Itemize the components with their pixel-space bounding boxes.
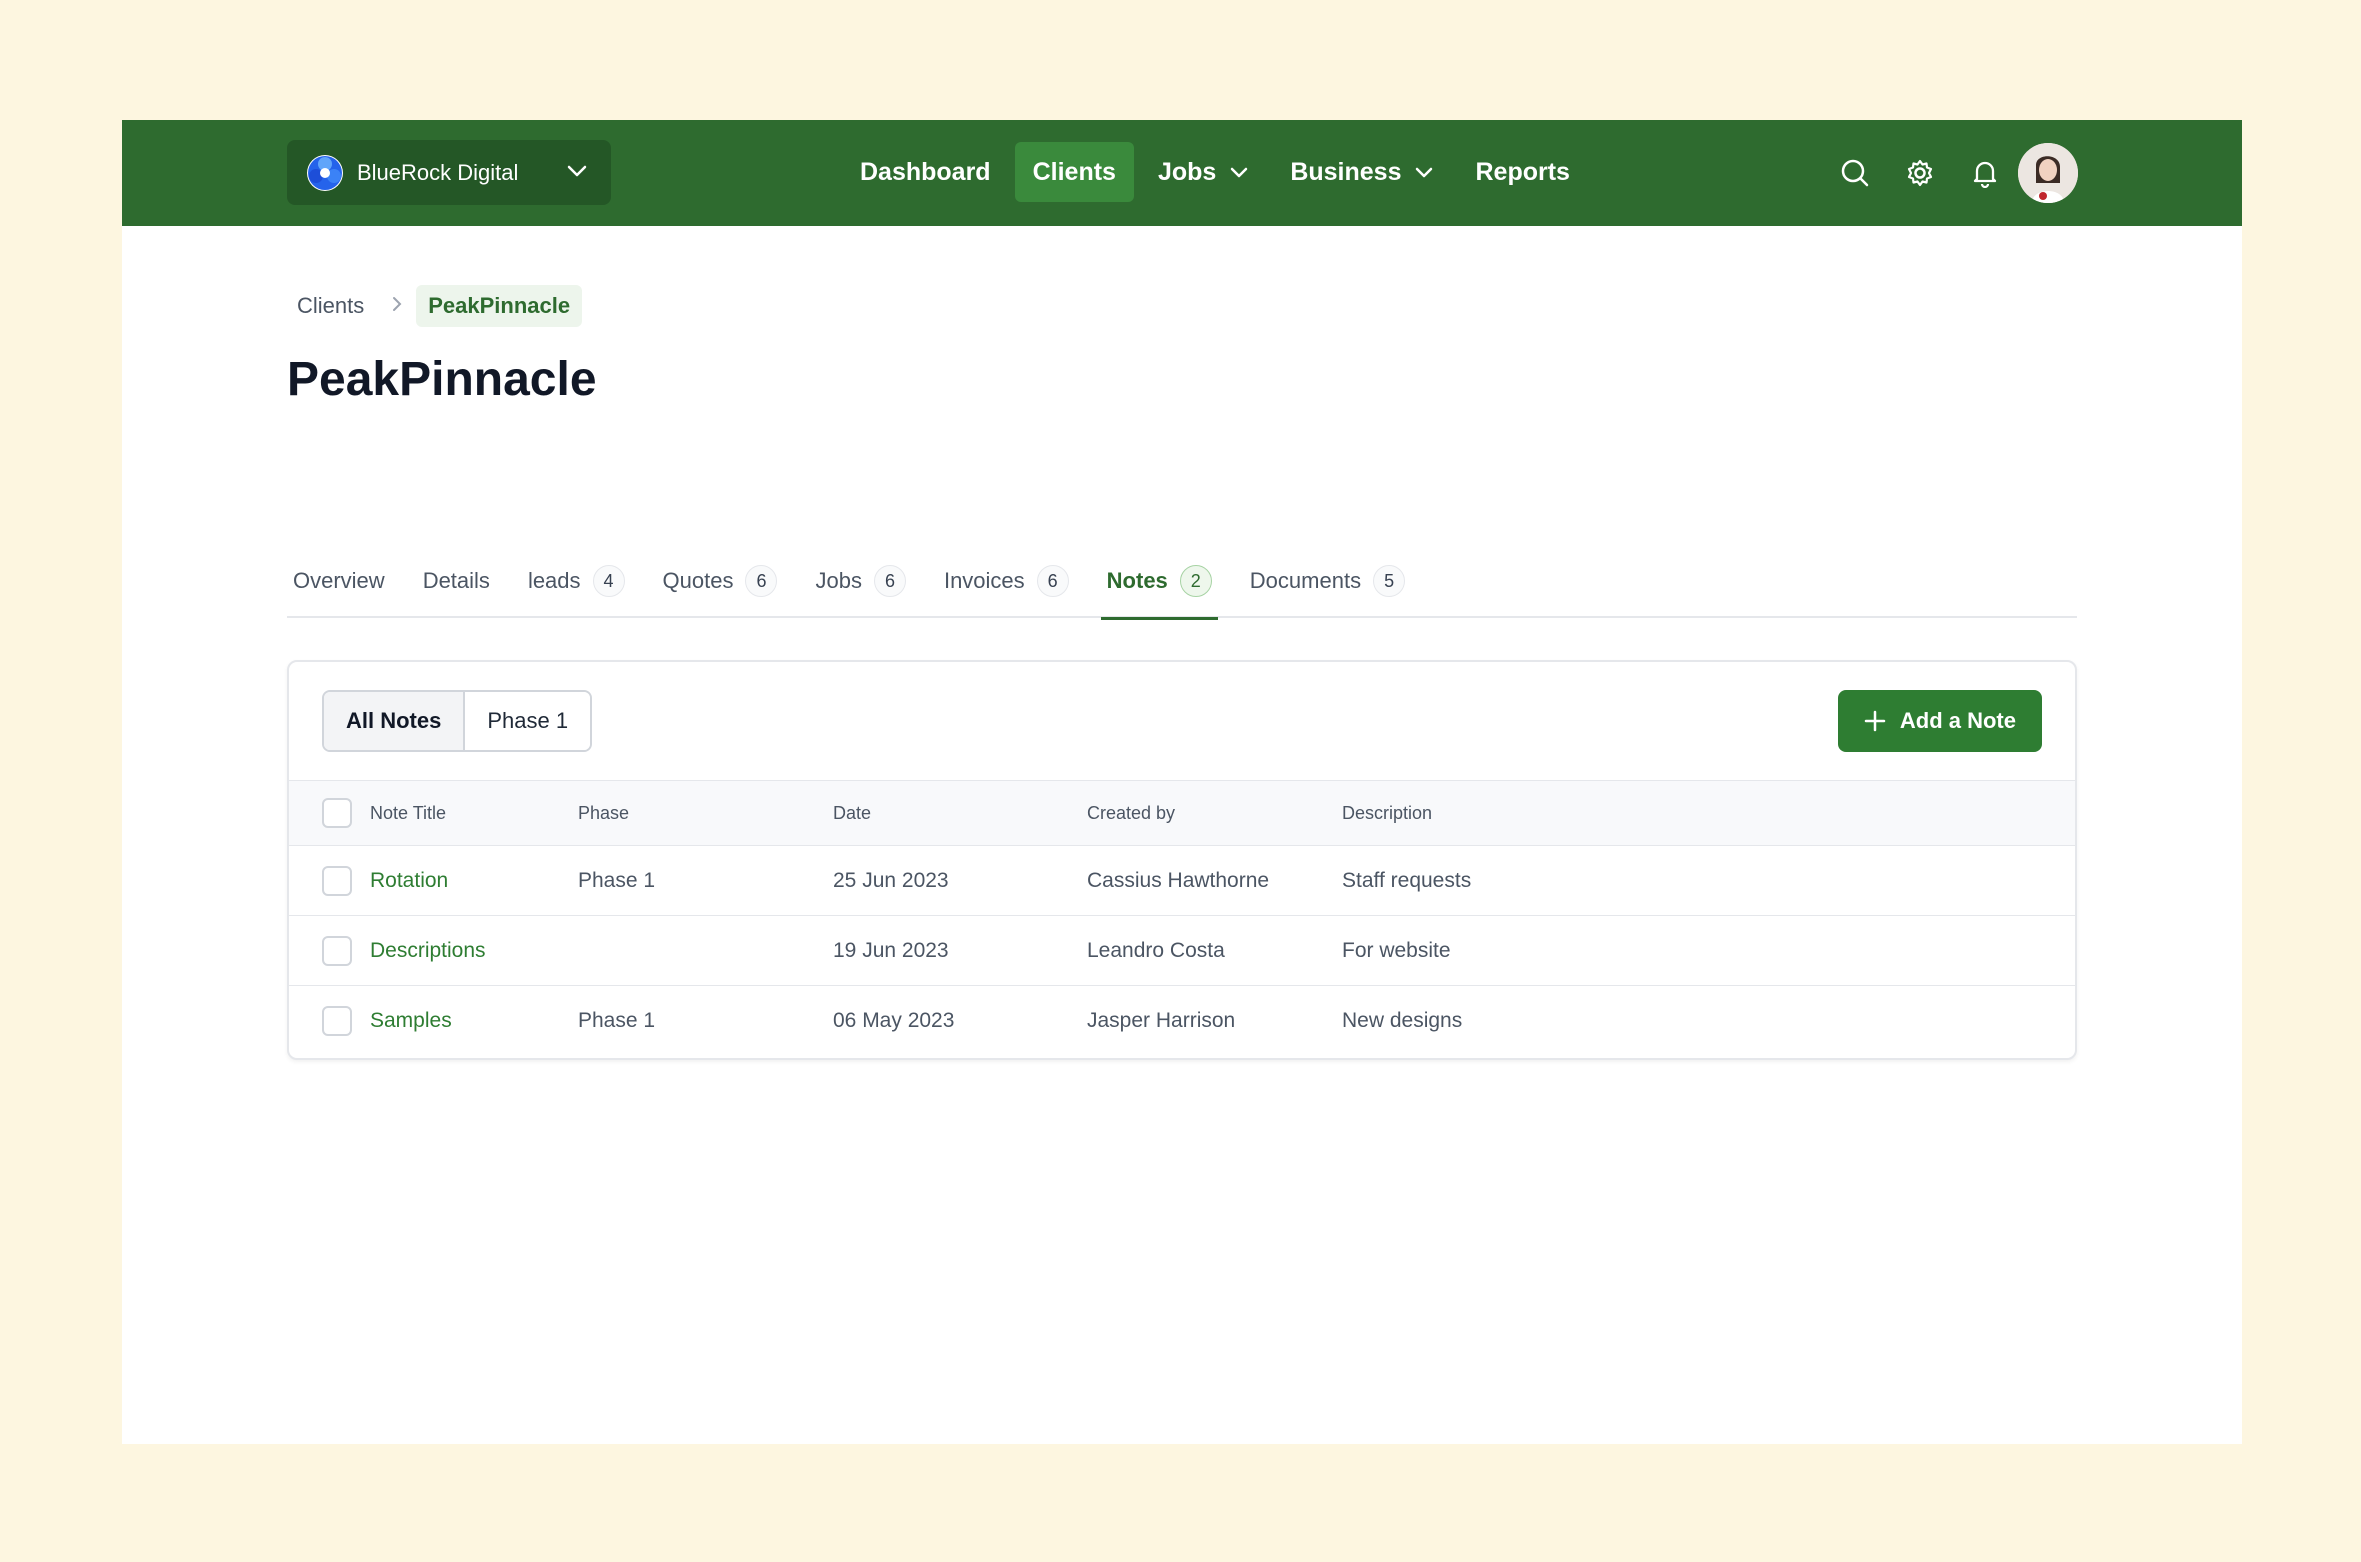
- select-all-checkbox[interactable]: [322, 798, 352, 828]
- org-logo-icon: [307, 154, 343, 191]
- table-row[interactable]: Rotation Phase 1 25 Jun 2023 Cassius Haw…: [289, 846, 2075, 916]
- tab-label: Invoices: [943, 568, 1025, 593]
- note-description: For website: [1342, 938, 1451, 962]
- count-badge: 6: [745, 565, 778, 597]
- count-badge: 6: [873, 565, 906, 597]
- tab-quotes[interactable]: Quotes 6: [657, 550, 784, 618]
- table-header: Note Title Phase Date Created by Descrip…: [289, 780, 2075, 846]
- tab-notes[interactable]: Notes 2: [1100, 550, 1218, 620]
- breadcrumb: Clients PeakPinnacle: [287, 284, 583, 328]
- count-badge: 5: [1373, 565, 1406, 597]
- page-title: PeakPinnacle: [287, 353, 597, 406]
- note-created-by: Cassius Hawthorne: [1087, 868, 1270, 892]
- nav-reports-label: Reports: [1475, 157, 1570, 186]
- note-title-link[interactable]: Rotation: [370, 846, 448, 915]
- count-badge: 4: [592, 565, 625, 597]
- note-phase: Phase 1: [578, 1009, 656, 1032]
- nav-clients-label: Clients: [1032, 157, 1116, 186]
- column-description[interactable]: Description: [1342, 781, 1432, 845]
- column-date[interactable]: Date: [833, 781, 871, 845]
- note-description: New designs: [1342, 1009, 1463, 1032]
- filter-phase-1[interactable]: Phase 1: [463, 692, 591, 750]
- note-date: 19 Jun 2023: [833, 938, 949, 962]
- breadcrumb-clients[interactable]: Clients: [287, 293, 374, 319]
- filter-all-notes[interactable]: All Notes: [324, 692, 464, 750]
- nav-dashboard[interactable]: Dashboard: [842, 142, 1009, 202]
- note-description: Staff requests: [1342, 868, 1472, 892]
- tab-documents[interactable]: Documents 5: [1244, 550, 1411, 618]
- tab-label: Documents: [1249, 568, 1362, 593]
- add-note-label: Add a Note: [1899, 708, 2016, 733]
- org-name: BlueRock Digital: [357, 159, 519, 185]
- row-checkbox[interactable]: [322, 1006, 352, 1036]
- gear-icon[interactable]: [1900, 153, 1940, 193]
- nav-business[interactable]: Business: [1272, 142, 1451, 202]
- tab-label: Notes: [1106, 568, 1168, 593]
- plus-icon: [1864, 710, 1886, 732]
- add-note-button[interactable]: Add a Note: [1837, 690, 2042, 752]
- tab-jobs[interactable]: Jobs 6: [809, 550, 911, 618]
- nav-reports[interactable]: Reports: [1457, 142, 1587, 202]
- count-badge: 2: [1179, 565, 1212, 597]
- note-phase: Phase 1: [578, 868, 656, 892]
- notes-filter: All Notes Phase 1: [322, 690, 593, 752]
- nav-jobs-label: Jobs: [1157, 157, 1217, 186]
- tab-label: leads: [527, 568, 581, 593]
- tab-details[interactable]: Details: [417, 550, 496, 618]
- search-icon[interactable]: [1835, 153, 1875, 193]
- tab-label: Overview: [293, 568, 385, 593]
- top-navbar: BlueRock Digital Dashboard Clients Jobs …: [122, 120, 2242, 226]
- note-title-link[interactable]: Descriptions: [370, 916, 486, 985]
- column-created-by[interactable]: Created by: [1087, 781, 1175, 845]
- tab-label: Quotes: [662, 568, 734, 593]
- breadcrumb-current: PeakPinnacle: [416, 285, 583, 327]
- table-row[interactable]: Descriptions 19 Jun 2023 Leandro Costa F…: [289, 916, 2075, 986]
- nav-clients[interactable]: Clients: [1014, 142, 1134, 202]
- client-tabs: Overview Details leads 4 Quotes 6 Jobs 6 In…: [287, 550, 2077, 620]
- note-created-by: Leandro Costa: [1087, 938, 1225, 962]
- main-nav: Dashboard Clients Jobs Business Reports: [842, 142, 1594, 202]
- user-avatar[interactable]: [2018, 143, 2078, 203]
- note-date: 06 May 2023: [833, 1009, 955, 1032]
- tab-overview[interactable]: Overview: [287, 550, 391, 618]
- note-created-by: Jasper Harrison: [1087, 1009, 1236, 1032]
- chevron-down-icon: [567, 164, 587, 182]
- note-title-link[interactable]: Samples: [370, 986, 452, 1056]
- chevron-down-icon: [1231, 167, 1248, 177]
- column-note-title[interactable]: Note Title: [370, 781, 446, 845]
- tab-leads[interactable]: leads 4: [522, 550, 631, 618]
- table-row[interactable]: Samples Phase 1 06 May 2023 Jasper Harri…: [289, 986, 2075, 1056]
- nav-business-label: Business: [1290, 157, 1402, 186]
- nav-dashboard-label: Dashboard: [860, 157, 991, 186]
- bell-icon[interactable]: [1965, 153, 2005, 193]
- tab-label: Jobs: [815, 568, 862, 593]
- notes-card: All Notes Phase 1 Add a Note Note Title …: [287, 660, 2077, 1060]
- column-phase[interactable]: Phase: [578, 781, 629, 845]
- row-checkbox[interactable]: [322, 935, 352, 966]
- tab-invoices[interactable]: Invoices 6: [938, 550, 1075, 618]
- app-window: BlueRock Digital Dashboard Clients Jobs …: [122, 120, 2242, 1444]
- count-badge: 6: [1036, 565, 1069, 597]
- row-checkbox[interactable]: [322, 865, 352, 896]
- tab-label: Details: [422, 568, 490, 593]
- nav-jobs[interactable]: Jobs: [1140, 142, 1266, 202]
- chevron-down-icon: [1416, 167, 1433, 177]
- org-switcher[interactable]: BlueRock Digital: [287, 140, 611, 205]
- chevron-right-icon: [392, 296, 402, 317]
- note-date: 25 Jun 2023: [833, 868, 949, 892]
